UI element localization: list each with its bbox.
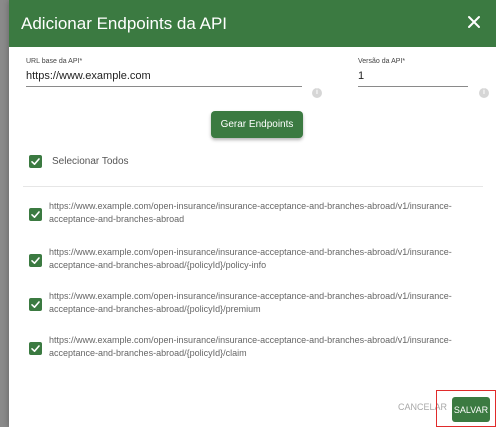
api-version-label: Versão da API* [358, 58, 406, 65]
base-url-underline [26, 86, 302, 87]
select-all-label: Selecionar Todos [52, 156, 129, 167]
add-endpoints-dialog: Adicionar Endpoints da API URL base da A… [9, 0, 496, 427]
dialog-title: Adicionar Endpoints da API [21, 13, 228, 33]
api-version-input[interactable]: 1 [358, 70, 468, 84]
close-icon[interactable] [465, 13, 483, 31]
endpoint-url: https://www.example.com/open-insurance/i… [49, 335, 452, 358]
generate-endpoints-button[interactable]: Gerar Endpoints [211, 111, 303, 138]
save-button-highlight [436, 390, 496, 427]
endpoint-url: https://www.example.com/open-insurance/i… [49, 291, 452, 314]
endpoint-checkbox[interactable] [29, 298, 42, 311]
base-url-input[interactable]: https://www.example.com [26, 70, 302, 84]
divider [23, 186, 483, 187]
endpoint-checkbox[interactable] [29, 342, 42, 355]
info-icon[interactable]: i [479, 88, 489, 98]
select-all-checkbox[interactable] [29, 155, 42, 168]
info-icon[interactable]: i [312, 88, 322, 98]
api-version-underline [358, 86, 468, 87]
base-url-label: URL base da API* [26, 58, 83, 65]
api-version-field[interactable]: Versão da API* 1 [358, 58, 468, 87]
endpoint-url: https://www.example.com/open-insurance/i… [49, 201, 452, 224]
base-url-field[interactable]: URL base da API* https://www.example.com [26, 58, 302, 87]
endpoint-url: https://www.example.com/open-insurance/i… [49, 247, 452, 270]
endpoint-checkbox[interactable] [29, 208, 42, 221]
endpoint-checkbox[interactable] [29, 254, 42, 267]
dialog-header: Adicionar Endpoints da API [9, 0, 496, 47]
